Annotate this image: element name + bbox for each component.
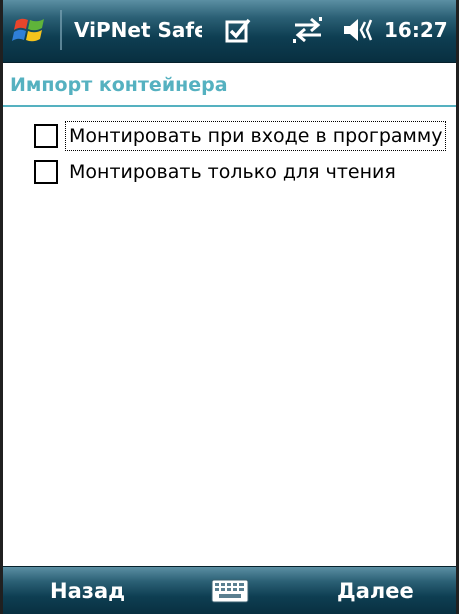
- title-separator: [60, 10, 62, 50]
- speaker-icon[interactable]: [340, 14, 376, 46]
- page-header: Импорт контейнера: [0, 63, 459, 107]
- page-title: Импорт контейнера: [10, 74, 228, 96]
- clock[interactable]: 16:27: [384, 15, 448, 45]
- connectivity-icon[interactable]: [290, 14, 326, 46]
- mount-readonly-checkbox[interactable]: [34, 160, 58, 184]
- start-button[interactable]: [8, 8, 52, 52]
- mount-readonly-label[interactable]: Монтировать только для чтения: [66, 158, 399, 186]
- header-divider: [0, 105, 459, 107]
- softkey-bar: Назад Далее: [0, 566, 459, 614]
- app-title: ViPNet SafeDisk: [74, 18, 202, 42]
- mount-on-login-label[interactable]: Монтировать при входе в программу: [64, 121, 447, 151]
- next-softkey[interactable]: Далее: [337, 567, 414, 614]
- keyboard-icon: [211, 579, 249, 603]
- frame-left: [0, 0, 3, 614]
- title-bar: ViPNet SafeDisk 16:27: [0, 0, 459, 63]
- mount-on-login-checkbox[interactable]: [34, 124, 58, 148]
- edit-check-icon[interactable]: [222, 14, 254, 46]
- mount-readonly-option[interactable]: Монтировать только для чтения: [34, 155, 399, 189]
- mount-on-login-option[interactable]: Монтировать при входе в программу: [34, 119, 447, 153]
- windows-start-icon: [12, 18, 44, 42]
- back-softkey[interactable]: Назад: [50, 567, 125, 614]
- keyboard-button[interactable]: [210, 575, 250, 607]
- device-screen: ViPNet SafeDisk 16:27 Импорт: [0, 0, 459, 614]
